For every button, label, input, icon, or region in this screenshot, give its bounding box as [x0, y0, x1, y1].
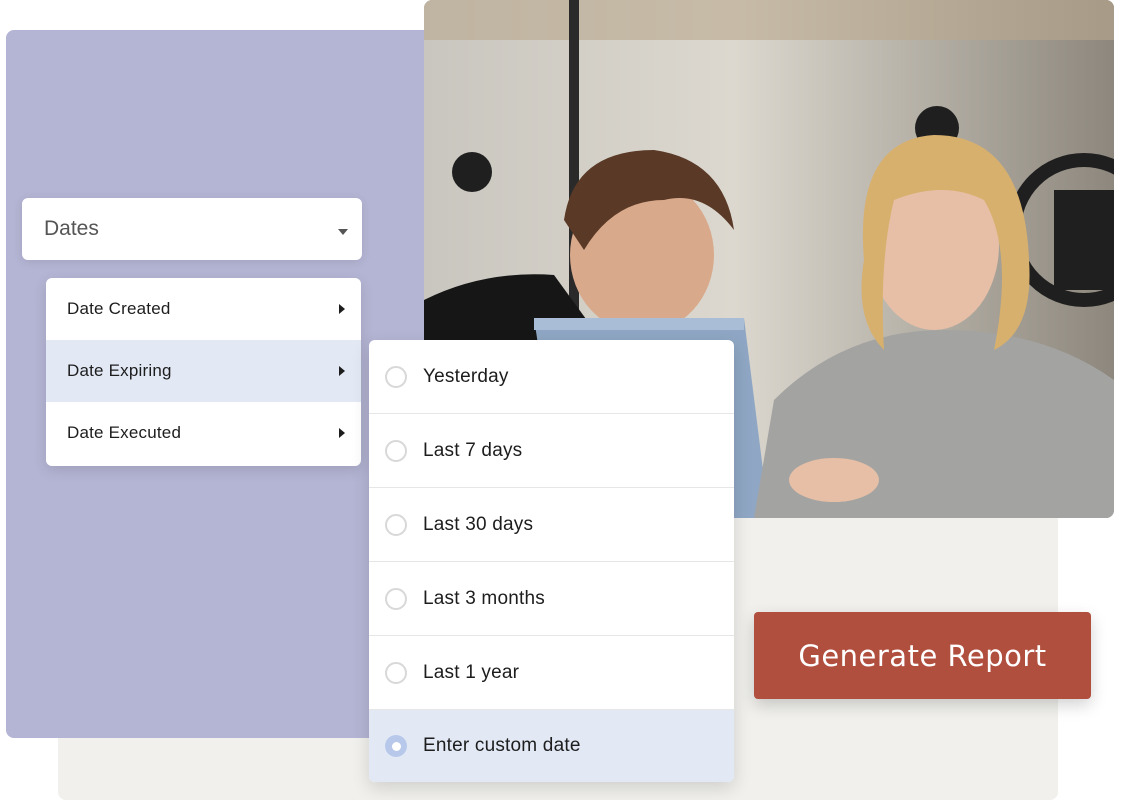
option-label: Last 30 days: [423, 513, 534, 535]
menu-item-label: Date Expiring: [67, 361, 172, 380]
radio-button[interactable]: [385, 365, 407, 388]
radio-button[interactable]: [385, 513, 407, 536]
option-last-3-months[interactable]: Last 3 months: [369, 562, 734, 636]
chevron-right-icon: [339, 304, 345, 314]
menu-item-date-executed[interactable]: Date Executed: [46, 402, 361, 464]
radio-button[interactable]: [385, 661, 407, 684]
option-label: Enter custom date: [423, 735, 581, 756]
chevron-right-icon: [339, 366, 345, 376]
menu-item-date-expiring[interactable]: Date Expiring: [46, 340, 361, 402]
menu-item-date-created[interactable]: Date Created: [46, 278, 361, 340]
menu-item-label: Date Created: [67, 299, 171, 318]
caret-down-icon: [338, 229, 348, 235]
option-custom-date[interactable]: Enter custom date: [369, 710, 734, 782]
chevron-right-icon: [339, 428, 345, 438]
option-last-7-days[interactable]: Last 7 days: [369, 414, 734, 488]
option-label: Last 3 months: [423, 587, 545, 609]
dates-select-label: Dates: [44, 217, 99, 240]
dates-select[interactable]: Dates: [22, 198, 362, 260]
option-yesterday[interactable]: Yesterday: [369, 340, 734, 414]
option-last-1-year[interactable]: Last 1 year: [369, 636, 734, 710]
option-last-30-days[interactable]: Last 30 days: [369, 488, 734, 562]
date-field-menu: Date Created Date Expiring Date Executed: [46, 278, 361, 466]
date-range-options: Yesterday Last 7 days Last 30 days Last …: [369, 340, 734, 782]
option-label: Last 7 days: [423, 439, 523, 461]
radio-button[interactable]: [385, 587, 407, 610]
radio-button-selected[interactable]: [385, 735, 407, 757]
menu-item-label: Date Executed: [67, 423, 182, 442]
generate-report-button[interactable]: Generate Report: [754, 612, 1091, 699]
option-label: Last 1 year: [423, 661, 520, 683]
radio-button[interactable]: [385, 439, 407, 462]
option-label: Yesterday: [423, 365, 509, 387]
